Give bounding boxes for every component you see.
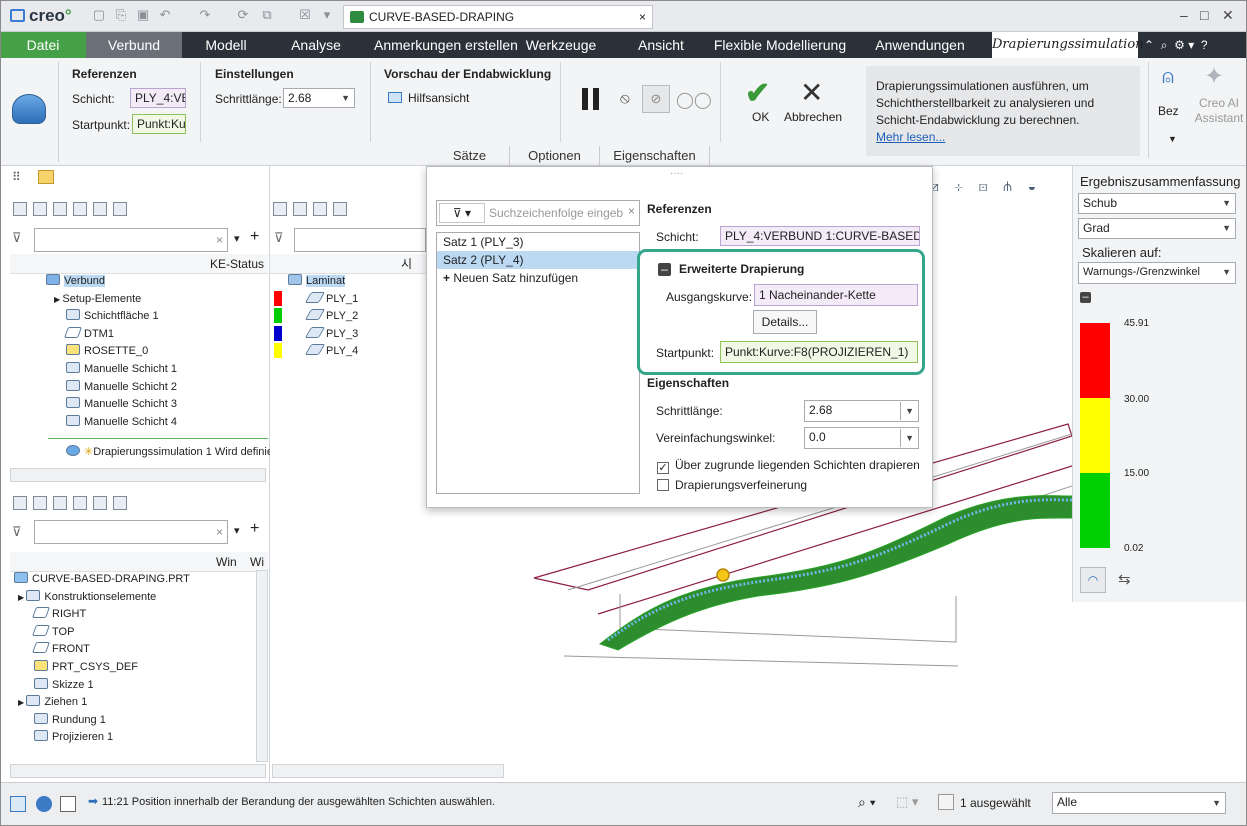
window-frame (0, 0, 1247, 826)
